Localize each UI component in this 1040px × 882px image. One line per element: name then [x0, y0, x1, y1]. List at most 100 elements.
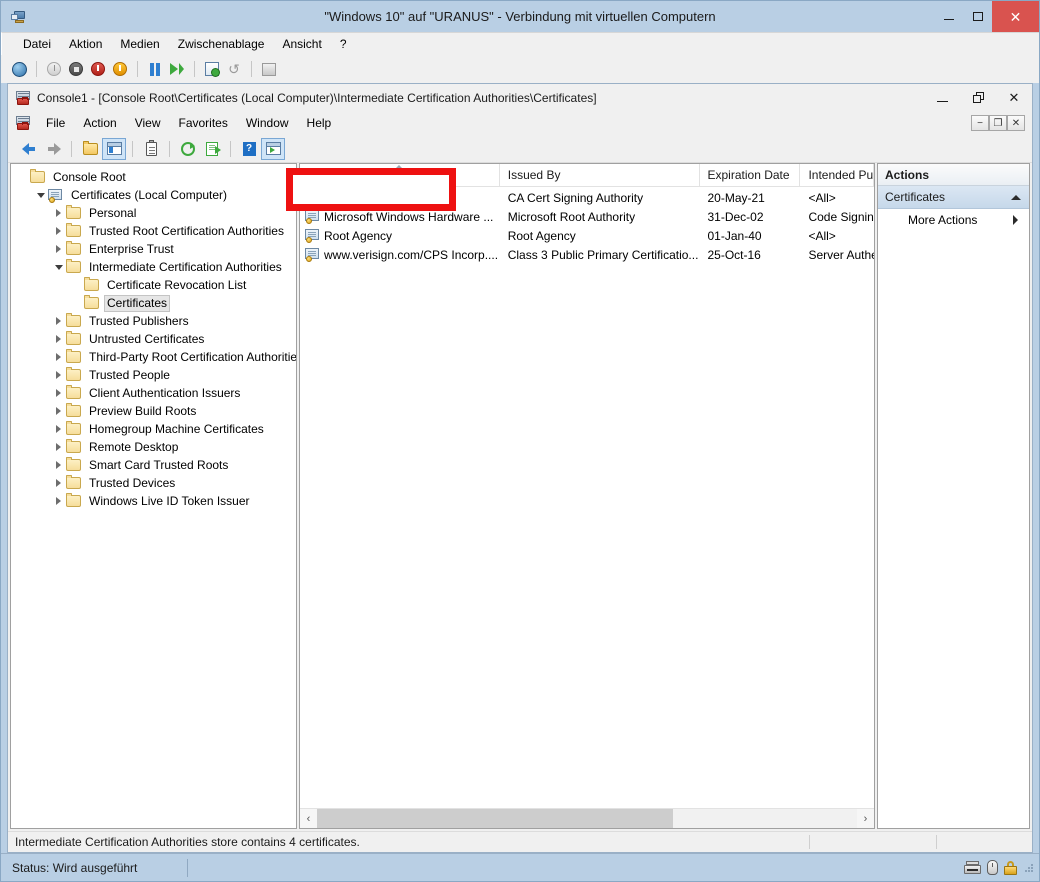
chevron-right-icon[interactable] [51, 389, 66, 397]
chevron-right-icon[interactable] [51, 371, 66, 379]
vm-status-bar: Status: Wird ausgeführt [1, 853, 1039, 881]
view-pane-icon[interactable] [261, 138, 285, 160]
mmc-restore-button[interactable] [960, 84, 996, 111]
column-header-expiration-date[interactable]: Expiration Date [700, 164, 801, 186]
chevron-right-icon[interactable] [51, 407, 66, 415]
column-header-issued-to[interactable]: Issued To [300, 164, 500, 186]
column-header-intended-purp[interactable]: Intended Purp [800, 164, 874, 186]
show-hide-tree-icon[interactable] [102, 138, 126, 160]
mouse-icon[interactable] [987, 860, 998, 875]
resize-grip[interactable] [1025, 864, 1033, 872]
mmc-menu-favorites[interactable]: Favorites [170, 113, 237, 133]
tree-item-enterprise-trust[interactable]: Enterprise Trust [11, 240, 296, 258]
tree-item-trusted-publishers[interactable]: Trusted Publishers [11, 312, 296, 330]
scrollbar-thumb[interactable] [317, 809, 673, 828]
chevron-right-icon[interactable] [51, 335, 66, 343]
mmc-menu-action[interactable]: Action [74, 113, 125, 133]
tree-item-personal[interactable]: Personal [11, 204, 296, 222]
mdi-minimize-button[interactable]: − [971, 115, 989, 131]
certificate-icon [305, 248, 320, 261]
start-power-icon[interactable] [109, 58, 131, 80]
pause-icon[interactable] [144, 58, 166, 80]
tree-item-windows-live-id-token-issuer[interactable]: Windows Live ID Token Issuer [11, 492, 296, 510]
column-header-issued-by[interactable]: Issued By [500, 164, 700, 186]
scrollbar-track[interactable] [317, 809, 857, 828]
tree-item-untrusted-certificates[interactable]: Untrusted Certificates [11, 330, 296, 348]
vm-menu-zwischenablage[interactable]: Zwischenablage [169, 35, 274, 53]
scroll-left-button[interactable]: ‹ [300, 809, 317, 828]
lock-icon[interactable] [1004, 861, 1017, 875]
cell-expiration: 25-Oct-16 [700, 248, 801, 262]
vm-menu-ansicht[interactable]: Ansicht [273, 35, 330, 53]
certificate-row[interactable]: Microsoft Windows Hardware ...Microsoft … [300, 207, 874, 226]
tree-item-homegroup-machine-certificates[interactable]: Homegroup Machine Certificates [11, 420, 296, 438]
vm-minimize-button[interactable] [934, 1, 963, 32]
tree-item-smart-card-trusted-roots[interactable]: Smart Card Trusted Roots [11, 456, 296, 474]
ctrl-alt-del-icon[interactable] [8, 58, 30, 80]
tree-item-trusted-devices[interactable]: Trusted Devices [11, 474, 296, 492]
chevron-right-icon[interactable] [51, 353, 66, 361]
vm-menu-datei[interactable]: Datei [14, 35, 60, 53]
help-icon[interactable]: ? [237, 138, 261, 160]
actions-group-certificates[interactable]: Certificates [878, 186, 1029, 209]
chevron-down-icon[interactable] [51, 265, 66, 270]
mmc-minimize-button[interactable] [924, 84, 960, 111]
tree-item-certificate-revocation-list[interactable]: Certificate Revocation List [11, 276, 296, 294]
tree-item-trusted-root-certification-authorities[interactable]: Trusted Root Certification Authorities [11, 222, 296, 240]
tree-item-client-authentication-issuers[interactable]: Client Authentication Issuers [11, 384, 296, 402]
forward-arrow-icon[interactable] [41, 138, 65, 160]
chevron-right-icon[interactable] [51, 209, 66, 217]
checkpoint-icon[interactable] [201, 58, 223, 80]
mmc-menu-help[interactable]: Help [298, 113, 341, 133]
chevron-down-icon[interactable] [33, 193, 48, 198]
revert-icon[interactable]: ↺ [223, 58, 245, 80]
properties-icon[interactable] [139, 138, 163, 160]
shutdown-icon[interactable] [65, 58, 87, 80]
turn-off-icon[interactable] [87, 58, 109, 80]
refresh-icon[interactable] [176, 138, 200, 160]
tree-item-certificates-local-computer[interactable]: Certificates (Local Computer) [11, 186, 296, 204]
tree-item-console-root[interactable]: Console Root [11, 168, 296, 186]
certificate-row[interactable]: Root AgencyRoot Agency01-Jan-40<All> [300, 226, 874, 245]
chevron-right-icon[interactable] [51, 443, 66, 451]
mmc-menu-file[interactable]: File [37, 113, 74, 133]
chevron-right-icon[interactable] [51, 497, 66, 505]
network-icon[interactable] [964, 861, 981, 874]
chevron-right-icon[interactable] [51, 461, 66, 469]
chevron-right-icon[interactable] [51, 479, 66, 487]
vm-close-button[interactable]: ✕ [992, 1, 1039, 32]
chevron-right-icon[interactable] [51, 425, 66, 433]
mmc-menu-window[interactable]: Window [237, 113, 298, 133]
tree-item-remote-desktop[interactable]: Remote Desktop [11, 438, 296, 456]
scroll-right-button[interactable]: › [857, 809, 874, 828]
tree-item-trusted-people[interactable]: Trusted People [11, 366, 296, 384]
action-more-actions[interactable]: More Actions [878, 209, 1029, 231]
enhanced-session-icon[interactable] [258, 58, 280, 80]
mmc-close-button[interactable]: ✕ [996, 84, 1032, 111]
mmc-menu-view[interactable]: View [126, 113, 170, 133]
up-folder-icon[interactable] [78, 138, 102, 160]
vm-menu-medien[interactable]: Medien [111, 35, 168, 53]
tree-item-label: Windows Live ID Token Issuer [86, 493, 253, 510]
mdi-restore-button[interactable]: ❐ [989, 115, 1007, 131]
export-list-icon[interactable] [200, 138, 224, 160]
vm-menu-aktion[interactable]: Aktion [60, 35, 111, 53]
status-divider [809, 835, 810, 849]
tree-item-certificates[interactable]: Certificates [11, 294, 296, 312]
power-off-icon[interactable] [43, 58, 65, 80]
tree-item-third-party-root-certification-authorities[interactable]: Third-Party Root Certification Authoriti… [11, 348, 296, 366]
vm-maximize-button[interactable] [963, 1, 992, 32]
chevron-right-icon[interactable] [51, 317, 66, 325]
certificate-row[interactable]: CAcert Class 3 RootCA Cert Signing Autho… [300, 188, 874, 207]
mdi-close-button[interactable]: ✕ [1007, 115, 1025, 131]
tree-item-label: Certificate Revocation List [104, 277, 249, 294]
chevron-right-icon[interactable] [51, 245, 66, 253]
vm-menu-help[interactable]: ? [331, 35, 356, 53]
horizontal-scrollbar[interactable]: ‹ › [300, 808, 874, 828]
back-arrow-icon[interactable] [17, 138, 41, 160]
tree-item-preview-build-roots[interactable]: Preview Build Roots [11, 402, 296, 420]
chevron-right-icon[interactable] [51, 227, 66, 235]
certificate-row[interactable]: www.verisign.com/CPS Incorp....Class 3 P… [300, 245, 874, 264]
resume-icon[interactable] [166, 58, 188, 80]
tree-item-intermediate-certification-authorities[interactable]: Intermediate Certification Authorities [11, 258, 296, 276]
